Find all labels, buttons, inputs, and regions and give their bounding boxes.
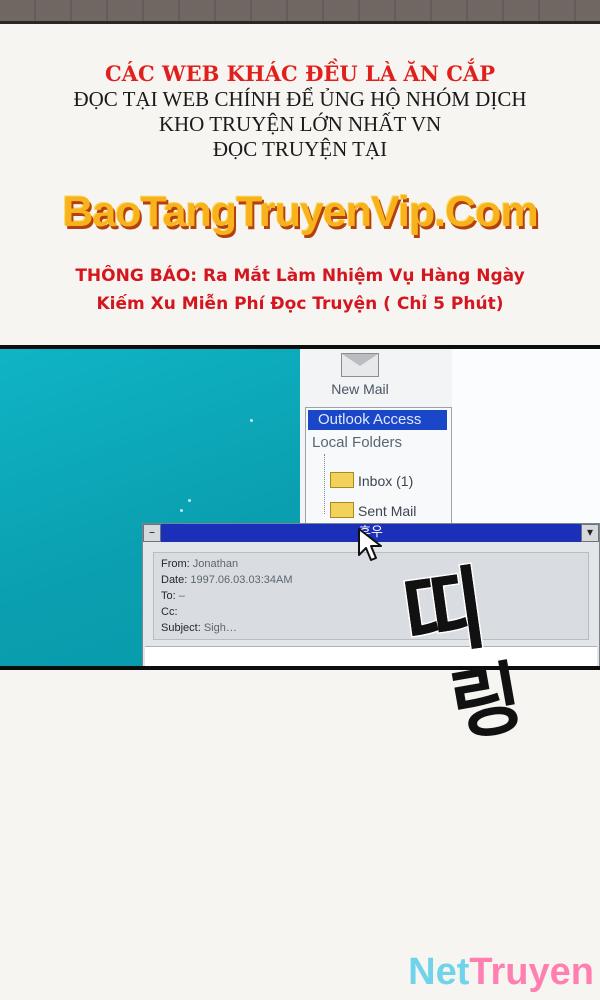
folder-outlook-access[interactable]: Outlook Access (308, 410, 447, 430)
date-label: Date: (161, 574, 188, 586)
site-notice: CÁC WEB KHÁC ĐỀU LÀ ĂN CẮP ĐỌC TẠI WEB C… (0, 60, 600, 162)
mouse-cursor-icon (358, 528, 382, 561)
announcement-line-1-text: Ra Mắt Làm Nhiệm Vụ Hàng Ngày (197, 266, 525, 286)
new-mail-label: New Mail (331, 381, 389, 397)
date-value: 1997.06.03.03:34AM (190, 574, 293, 586)
envelope-icon (341, 353, 379, 377)
new-mail-button[interactable]: New Mail (320, 349, 400, 399)
announcement: THÔNG BÁO: Ra Mắt Làm Nhiệm Vụ Hàng Ngày… (0, 262, 600, 318)
minimize-button[interactable]: – (143, 524, 161, 542)
message-body[interactable] (145, 646, 597, 666)
watermark-part-1: Net (408, 951, 470, 993)
date-row: Date: 1997.06.03.03:34AM (161, 574, 293, 586)
to-label: To: (161, 590, 176, 602)
announcement-line-1: THÔNG BÁO: Ra Mắt Làm Nhiệm Vụ Hàng Ngày (0, 262, 600, 290)
notice-line-1: CÁC WEB KHÁC ĐỀU LÀ ĂN CẮP (104, 61, 496, 86)
sparkle (250, 419, 253, 422)
subject-label: Subject: (161, 622, 201, 634)
sparkle (180, 509, 183, 512)
from-row: From: Jonathan (161, 558, 238, 570)
tree-connector (324, 454, 326, 514)
from-value: Jonathan (192, 558, 239, 570)
folder-inbox-label: Inbox (1) (358, 473, 414, 489)
cc-label: Cc: (161, 606, 178, 618)
announcement-line-2: Kiếm Xu Miễn Phí Đọc Truyện ( Chỉ 5 Phút… (96, 294, 504, 314)
folder-icon (330, 502, 354, 518)
sparkle (188, 499, 191, 502)
comic-panel: New Mail Outlook Access Local Folders In… (0, 345, 600, 670)
subject-row: Subject: Sigh… (161, 622, 237, 634)
notice-line-3: KHO TRUYỆN LỚN NHẤT VN (158, 112, 442, 136)
watermark-logo: NetTruyen (408, 951, 594, 994)
brand-logo-text[interactable]: BaoTangTruyenVip.Com (0, 188, 600, 237)
announcement-prefix: THÔNG BÁO: (75, 266, 198, 286)
folder-inbox[interactable]: Inbox (1) (330, 472, 413, 489)
panel-border (0, 21, 600, 24)
from-label: From: (161, 558, 190, 570)
watermark-part-2: Truyen (469, 951, 594, 993)
notice-line-4: ĐỌC TRUYỆN TẠI (212, 137, 388, 161)
to-row: To: – (161, 590, 185, 602)
notice-line-2: ĐỌC TẠI WEB CHÍNH ĐỂ ỦNG HỘ NHÓM DỊCH (73, 87, 527, 111)
cc-row: Cc: (161, 606, 178, 618)
subject-value: Sigh… (203, 622, 237, 634)
folder-sent-mail-label: Sent Mail (358, 503, 417, 519)
dropdown-button[interactable]: ▾ (581, 524, 599, 542)
to-value: – (178, 590, 185, 602)
previous-panel-strip (0, 0, 600, 24)
folder-icon (330, 472, 354, 488)
folder-sent-mail[interactable]: Sent Mail (330, 502, 416, 519)
local-folders-label[interactable]: Local Folders (312, 434, 402, 451)
